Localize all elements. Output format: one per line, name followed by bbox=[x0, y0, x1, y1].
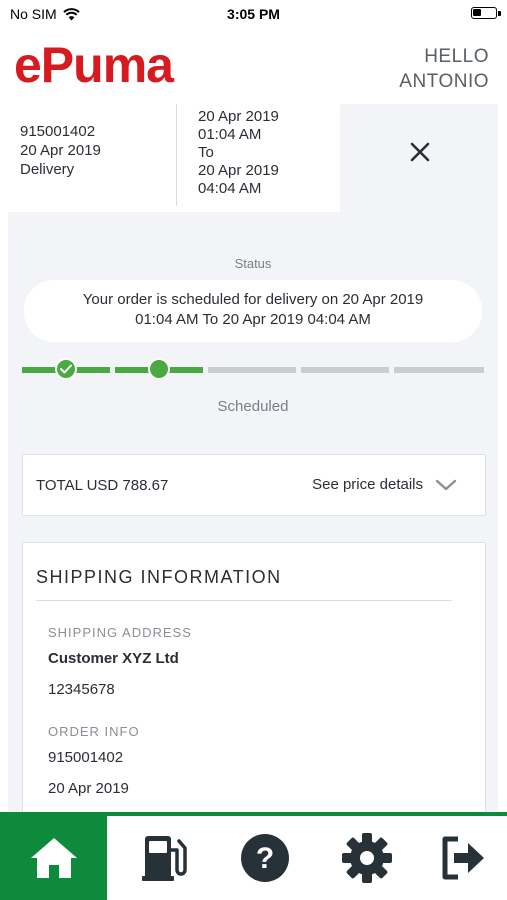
greeting-hello: HELLO bbox=[424, 46, 489, 67]
bottom-tab-bar: ? bbox=[0, 812, 507, 900]
progress-segment-3 bbox=[208, 367, 296, 373]
close-icon bbox=[410, 142, 430, 162]
tab-home[interactable] bbox=[0, 816, 107, 900]
epuma-logo: ePuma bbox=[14, 37, 174, 93]
help-icon: ? bbox=[240, 834, 289, 882]
order-detail-content[interactable]: 915001402 20 Apr 2019 Delivery 20 Apr 20… bbox=[0, 104, 507, 832]
order-type: Delivery bbox=[20, 161, 75, 178]
status-label: Status bbox=[234, 256, 272, 271]
order-date: 20 Apr 2019 bbox=[20, 142, 101, 159]
window-start-time: 01:04 AM bbox=[198, 126, 262, 143]
settings-icon bbox=[341, 833, 392, 883]
app-header: ePuma HELLO ANTONIO bbox=[0, 28, 507, 104]
check-icon bbox=[60, 364, 72, 374]
order-info-label: ORDER INFO bbox=[48, 724, 140, 739]
delivery-window-block: 20 Apr 2019 01:04 AM To 20 Apr 2019 04:0… bbox=[198, 108, 279, 198]
clock: 3:05 PM bbox=[227, 6, 280, 22]
close-button[interactable] bbox=[402, 134, 438, 170]
status-message-line2: 01:04 AM To 20 Apr 2019 04:04 AM bbox=[135, 311, 371, 328]
shipping-order-date: 20 Apr 2019 bbox=[48, 780, 129, 797]
status-bar: No SIM 3:05 PM bbox=[0, 0, 507, 28]
window-end-date: 20 Apr 2019 bbox=[198, 162, 279, 179]
total-price-card[interactable]: TOTAL USD 788.67 See price details bbox=[22, 454, 486, 516]
user-greeting: HELLO ANTONIO bbox=[399, 44, 489, 94]
shipping-order-number: 915001402 bbox=[48, 749, 124, 766]
greeting-username: ANTONIO bbox=[399, 71, 489, 92]
progress-step-2-current bbox=[148, 358, 170, 380]
shipping-info-card: SHIPPING INFORMATION SHIPPING ADDRESS Cu… bbox=[22, 542, 486, 832]
status-message-box: Your order is scheduled for delivery on … bbox=[24, 280, 482, 342]
window-start-date: 20 Apr 2019 bbox=[198, 108, 279, 125]
see-price-details-button[interactable]: See price details bbox=[312, 476, 457, 493]
battery-icon bbox=[471, 7, 501, 19]
order-progress-tracker bbox=[22, 358, 484, 380]
window-to-label: To bbox=[198, 144, 214, 161]
progress-segment-4 bbox=[301, 367, 389, 373]
progress-step-1-check bbox=[55, 358, 77, 380]
shipping-info-title: SHIPPING INFORMATION bbox=[36, 567, 282, 587]
logout-icon bbox=[442, 836, 484, 880]
home-icon bbox=[30, 838, 77, 878]
window-end-time: 04:04 AM bbox=[198, 180, 262, 197]
tab-logout[interactable] bbox=[418, 816, 507, 900]
shipping-address-label: SHIPPING ADDRESS bbox=[48, 625, 192, 640]
current-stage-label: Scheduled bbox=[217, 398, 289, 415]
svg-text:?: ? bbox=[255, 842, 273, 875]
customer-id: 12345678 bbox=[48, 681, 115, 698]
status-message-line1: Your order is scheduled for delivery on … bbox=[82, 291, 424, 308]
order-id-block: 915001402 20 Apr 2019 Delivery bbox=[20, 122, 101, 179]
shipping-title-divider bbox=[36, 600, 452, 601]
total-amount: TOTAL USD 788.67 bbox=[36, 477, 169, 494]
price-details-label: See price details bbox=[312, 476, 423, 493]
fuel-pump-icon bbox=[141, 836, 187, 881]
tab-settings[interactable] bbox=[316, 816, 417, 900]
chevron-down-icon bbox=[435, 479, 457, 490]
tab-help[interactable]: ? bbox=[214, 816, 315, 900]
order-summary-tab: 915001402 20 Apr 2019 Delivery 20 Apr 20… bbox=[8, 104, 340, 212]
progress-segment-5 bbox=[394, 367, 484, 373]
status-message: Your order is scheduled for delivery on … bbox=[24, 290, 482, 330]
order-number: 915001402 bbox=[20, 123, 96, 140]
summary-divider bbox=[176, 104, 177, 206]
customer-name: Customer XYZ Ltd bbox=[48, 650, 179, 667]
tab-fuel[interactable] bbox=[112, 816, 213, 900]
